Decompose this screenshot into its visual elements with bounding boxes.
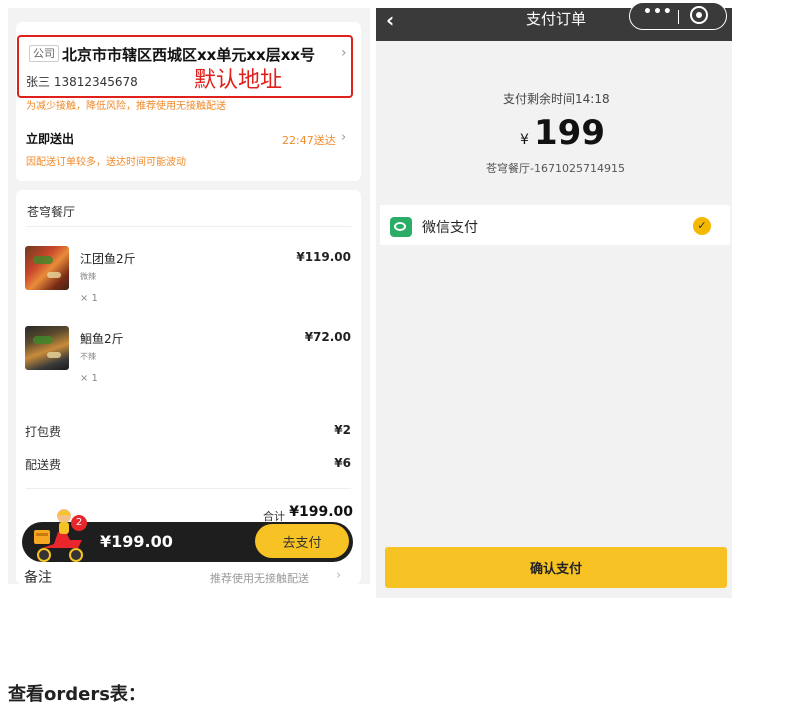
cart-price: ¥199.00: [100, 532, 173, 551]
payment-countdown: 支付剩余时间14:18: [503, 92, 610, 106]
delivery-chevron-icon[interactable]: ›: [341, 130, 346, 145]
deliver-now-label: 立即送出: [26, 132, 75, 146]
remark-chevron-icon[interactable]: ›: [336, 568, 341, 583]
delivery-fee-value: ¥6: [334, 456, 351, 470]
food-price: ¥72.00: [304, 330, 351, 344]
delivery-rider-icon: [34, 509, 83, 562]
food-qty: × 1: [80, 293, 98, 304]
food-qty: × 1: [80, 373, 98, 384]
go-pay-button[interactable]: 去支付: [255, 524, 349, 558]
cart-count-badge: 2: [71, 515, 87, 531]
contact-info: 张三 13812345678: [26, 75, 138, 89]
divider: [26, 488, 351, 489]
contactless-tip: 为减少接触，降低风险，推荐使用无接触配送: [26, 101, 226, 112]
confirm-pay-button[interactable]: 确认支付: [385, 547, 727, 588]
currency-symbol: ¥: [520, 132, 529, 148]
nav-title: 支付订单: [526, 10, 587, 28]
selected-check-icon[interactable]: ✓: [693, 217, 711, 235]
wechat-pay-icon: [390, 217, 412, 237]
food-image: [25, 246, 69, 290]
address-tag: 公司: [29, 45, 59, 62]
food-spec: 微辣: [80, 272, 96, 281]
delivery-fee-label: 配送费: [25, 458, 62, 472]
food-name: 鮰鱼2斤: [80, 332, 124, 346]
divider: [26, 226, 351, 227]
food-image: [25, 326, 69, 370]
payment-method-label: 微信支付: [422, 220, 478, 236]
merchant-order-id: 苍穹餐厅-1671025714915: [486, 162, 625, 175]
default-address-annotation: 默认地址: [194, 68, 283, 93]
close-miniprogram-icon[interactable]: [690, 6, 708, 24]
delivery-note: 因配送订单较多，送达时间可能波动: [26, 157, 186, 168]
food-price: ¥119.00: [296, 250, 351, 264]
packing-fee-label: 打包费: [25, 425, 62, 439]
total-value: ¥199.00: [289, 504, 353, 520]
address-chevron-icon[interactable]: ›: [341, 45, 347, 61]
remark-hint[interactable]: 推荐使用无接触配送: [210, 570, 309, 586]
shop-name: 苍穹餐厅: [27, 205, 76, 219]
capsule-divider: [678, 10, 679, 24]
delivery-time[interactable]: 22:47送达: [282, 132, 336, 148]
payment-amount: 199: [534, 113, 605, 153]
food-name: 江团鱼2斤: [80, 252, 136, 266]
remark-label: 备注: [24, 570, 52, 586]
food-spec: 不辣: [80, 352, 96, 361]
more-icon[interactable]: •••: [643, 4, 673, 20]
section-heading: 查看orders表：: [8, 684, 146, 705]
packing-fee-value: ¥2: [334, 423, 351, 437]
back-icon[interactable]: ‹: [386, 8, 394, 32]
